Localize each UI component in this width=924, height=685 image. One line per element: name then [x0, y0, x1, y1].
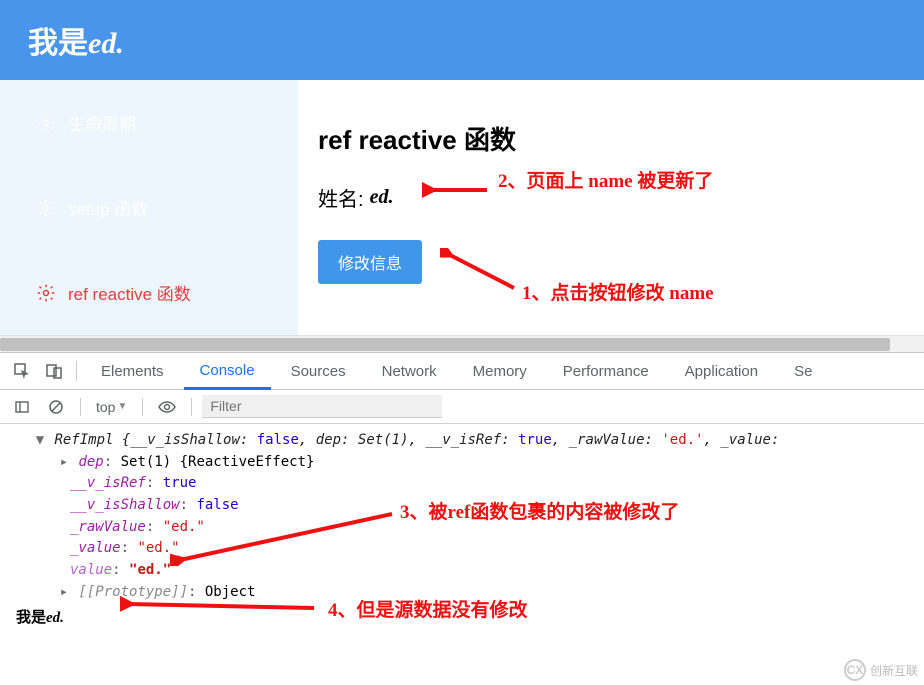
inspect-element-icon[interactable]: [8, 358, 36, 384]
app-header: 我是ed.: [0, 0, 924, 80]
divider: [76, 361, 77, 381]
tab-memory[interactable]: Memory: [457, 353, 543, 389]
val-set: Set(1): [358, 432, 409, 448]
tab-truncated[interactable]: Se: [778, 353, 828, 389]
prop-value: Set(1) {ReactiveEffect}: [121, 454, 315, 470]
val-false: false: [257, 432, 299, 448]
prop-key: _rawValue: [70, 519, 146, 535]
watermark-logo: CX: [844, 659, 866, 681]
sidebar-item-label: setup 函数: [68, 195, 148, 220]
prop-key: value: [70, 562, 112, 578]
annotation-arrow-1: [440, 248, 520, 294]
prop-key: dep: [78, 454, 103, 470]
prop-value: false: [196, 497, 238, 513]
prop-value: true: [163, 475, 197, 491]
caret-right-icon[interactable]: ▸: [58, 582, 70, 604]
sidebar-item-ref-reactive[interactable]: ref reactive 函数: [0, 250, 298, 335]
app-title: 我是ed.: [28, 18, 124, 62]
prop-rawvalue: _rawValue: "ed.": [10, 517, 914, 539]
prop-value: Object: [205, 584, 256, 600]
filter-input[interactable]: [202, 395, 442, 418]
name-label: 姓名:: [318, 183, 364, 212]
sidebar-item-lifecycle[interactable]: 生命周期: [0, 80, 298, 165]
prop-isref: __v_isRef: true: [10, 473, 914, 495]
divider: [191, 398, 192, 416]
sidebar: 生命周期 setup 函数 ref reactive 函数: [0, 80, 298, 335]
divider: [142, 398, 143, 416]
prop-value-private: _value: "ed.": [10, 538, 914, 560]
prop-key: _value: [70, 540, 121, 556]
console-log-text: 我是ed.: [10, 606, 914, 630]
prop-key: __v_isShallow: [70, 497, 180, 513]
tab-elements[interactable]: Elements: [85, 353, 180, 389]
sidebar-item-label: 生命周期: [68, 110, 136, 135]
tab-performance[interactable]: Performance: [547, 353, 665, 389]
log-italic: ed.: [46, 607, 64, 630]
gear-icon: [36, 113, 56, 133]
horizontal-scrollbar[interactable]: [0, 335, 924, 352]
bracket-open: {__v_isShallow:: [122, 432, 257, 448]
divider: [80, 398, 81, 416]
title-prefix: 我是: [28, 27, 88, 60]
annotation-1: 1、点击按钮修改 name: [522, 278, 714, 305]
content-area: ref reactive 函数 姓名: ed. 修改信息 2、页面上 name …: [298, 80, 924, 335]
watermark-text: 创新互联: [870, 662, 918, 679]
tab-application[interactable]: Application: [669, 353, 774, 389]
live-expression-icon[interactable]: [153, 394, 181, 420]
log-prefix: 我是: [16, 606, 46, 629]
clear-console-icon[interactable]: [42, 394, 70, 420]
sidebar-item-setup[interactable]: setup 函数: [0, 165, 298, 250]
sep: , __v_isRef:: [409, 432, 519, 448]
prop-value-getter: value: "ed.": [10, 560, 914, 582]
modify-button[interactable]: 修改信息: [318, 240, 422, 284]
context-label: top: [96, 399, 115, 415]
context-selector[interactable]: top ▼: [91, 396, 132, 418]
sidebar-item-label: ref reactive 函数: [68, 280, 191, 305]
caret-down-icon[interactable]: ▼: [34, 430, 46, 452]
title-suffix: ed.: [88, 27, 124, 60]
prop-value: "ed.": [137, 540, 179, 556]
console-object-summary[interactable]: ▼ RefImpl {__v_isShallow: false, dep: Se…: [10, 430, 914, 452]
caret-right-icon[interactable]: ▸: [58, 452, 70, 474]
chevron-down-icon: ▼: [117, 401, 127, 412]
watermark: CX 创新互联: [844, 659, 918, 681]
prop-dep[interactable]: ▸ dep: Set(1) {ReactiveEffect}: [10, 452, 914, 474]
console-toolbar: top ▼: [0, 390, 924, 424]
sep: , dep:: [299, 432, 358, 448]
name-display: 姓名: ed.: [318, 183, 904, 212]
devtools-tab-bar: Elements Console Sources Network Memory …: [0, 352, 924, 390]
val-raw: 'ed.': [661, 432, 703, 448]
tab-console[interactable]: Console: [184, 354, 271, 390]
content-heading: ref reactive 函数: [318, 120, 904, 157]
prop-prototype[interactable]: ▸ [[Prototype]]: Object: [10, 582, 914, 604]
prop-value: "ed.": [129, 562, 171, 578]
prop-isshallow: __v_isShallow: false: [10, 495, 914, 517]
sidebar-toggle-icon[interactable]: [8, 394, 36, 420]
device-toggle-icon[interactable]: [40, 358, 68, 384]
sep: , _value:: [704, 432, 780, 448]
tab-sources[interactable]: Sources: [275, 353, 362, 389]
prop-value: "ed.": [163, 519, 205, 535]
tab-network[interactable]: Network: [366, 353, 453, 389]
prop-key: __v_isRef: [70, 475, 146, 491]
val-true: true: [518, 432, 552, 448]
gear-icon: [36, 283, 56, 303]
name-value: ed.: [370, 186, 394, 209]
gear-icon: [36, 198, 56, 218]
object-type: RefImpl: [54, 432, 113, 448]
main-area: 生命周期 setup 函数 ref reactive 函数 ref reacti…: [0, 80, 924, 335]
sep: , _rawValue:: [552, 432, 662, 448]
console-output: ▼ RefImpl {__v_isShallow: false, dep: Se…: [0, 424, 924, 636]
scrollbar-thumb[interactable]: [0, 338, 890, 351]
prop-key: [[Prototype]]: [78, 584, 188, 600]
